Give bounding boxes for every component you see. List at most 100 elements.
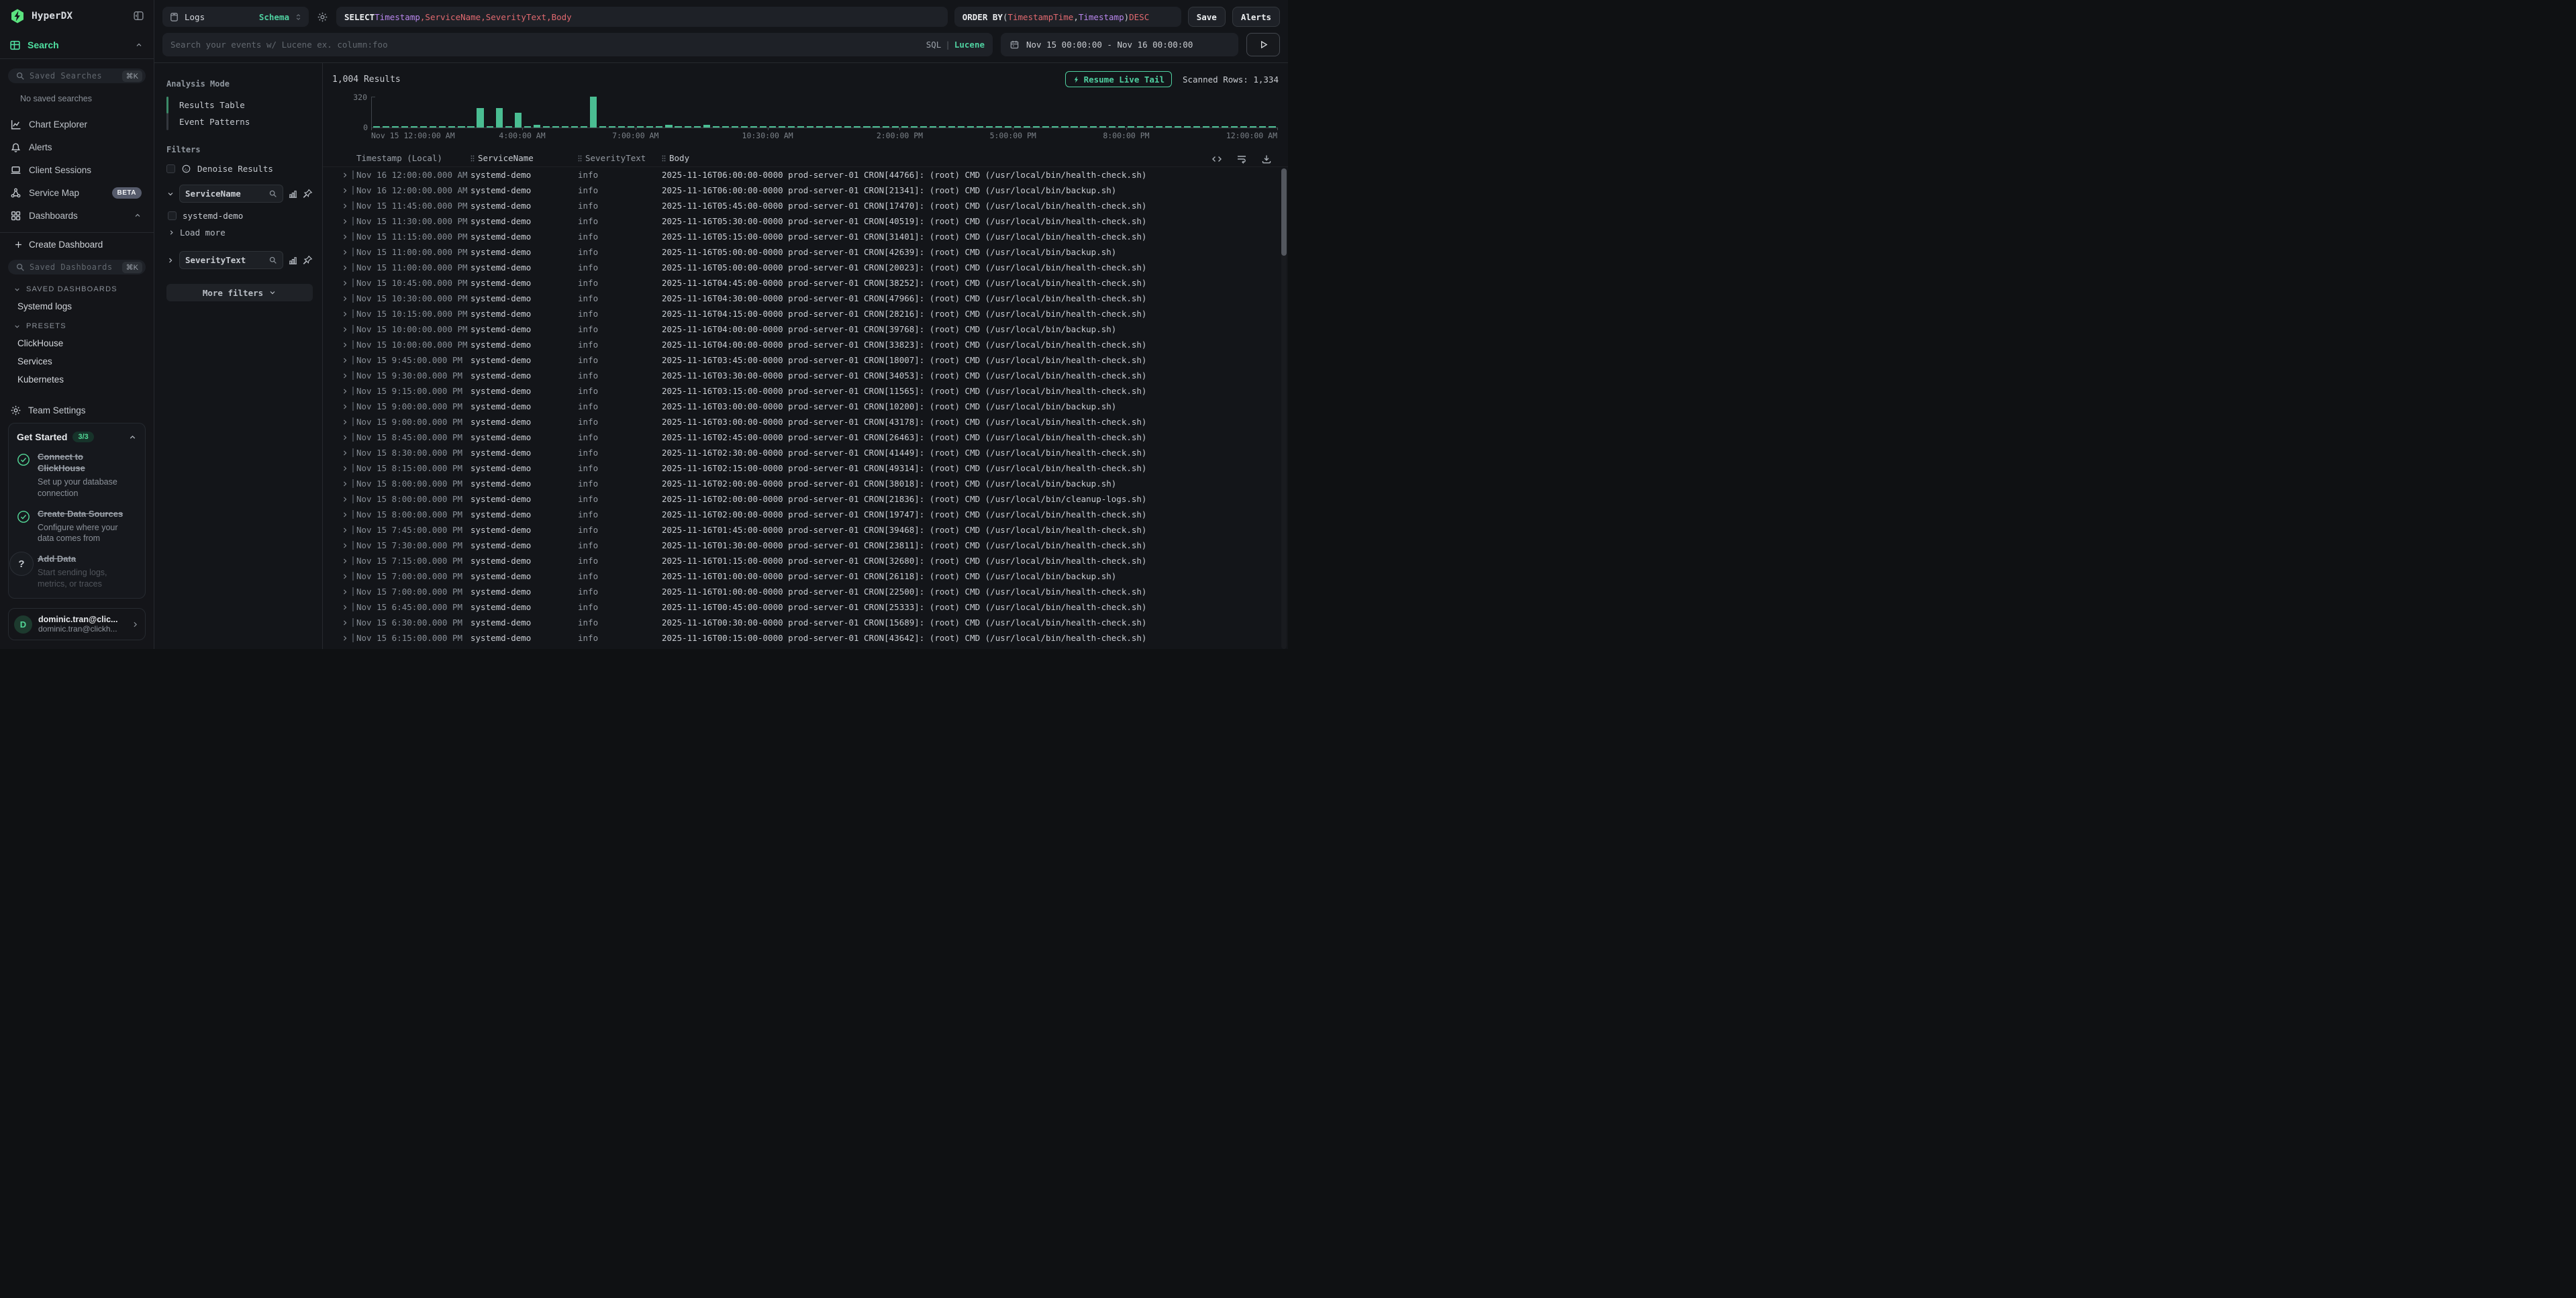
chart-bar[interactable] xyxy=(1240,126,1247,128)
chart-bar[interactable] xyxy=(562,126,568,128)
column-header-servicename[interactable]: ServiceName xyxy=(470,153,578,163)
chart-bar[interactable] xyxy=(741,126,748,128)
chart-bar[interactable] xyxy=(854,126,860,128)
chart-bar[interactable] xyxy=(1080,126,1087,128)
view-source-code-icon[interactable] xyxy=(1210,152,1224,166)
chart-bar[interactable] xyxy=(675,126,681,128)
chart-bar[interactable] xyxy=(646,126,653,128)
column-header-timestamp[interactable]: Timestamp (Local) xyxy=(356,153,470,163)
chart-bar[interactable] xyxy=(816,126,823,128)
drag-handle-icon[interactable] xyxy=(662,155,666,162)
select-columns-input[interactable]: SELECT Timestamp,ServiceName,SeverityTex… xyxy=(336,7,948,27)
row-expand-chevron-icon[interactable] xyxy=(342,311,350,317)
chart-bar[interactable] xyxy=(1231,126,1238,128)
chart-bar[interactable] xyxy=(694,126,701,128)
pin-icon[interactable] xyxy=(303,189,313,199)
user-menu[interactable]: D dominic.tran@clic... dominic.tran@clic… xyxy=(8,608,146,640)
table-row[interactable]: Nov 15 6:30:00.000 PM systemd-demo info … xyxy=(323,615,1288,630)
event-search-input[interactable] xyxy=(170,40,921,50)
drag-handle-icon[interactable] xyxy=(578,155,582,162)
run-query-button[interactable] xyxy=(1246,33,1280,56)
table-row[interactable]: Nov 15 9:00:00.000 PM systemd-demo info … xyxy=(323,399,1288,414)
chart-bar[interactable] xyxy=(911,126,918,128)
saved-searches-input[interactable] xyxy=(30,71,117,81)
row-expand-chevron-icon[interactable] xyxy=(342,342,350,348)
table-row[interactable]: Nov 15 7:00:00.000 PM systemd-demo info … xyxy=(323,584,1288,599)
chart-bar[interactable] xyxy=(788,126,795,128)
chart-bar[interactable] xyxy=(732,126,738,128)
chart-bar[interactable] xyxy=(722,126,729,128)
table-row[interactable]: Nov 15 6:15:00.000 PM systemd-demo info … xyxy=(323,630,1288,646)
chart-bar[interactable] xyxy=(920,126,927,128)
chart-bar[interactable] xyxy=(458,126,464,128)
chart-bar[interactable] xyxy=(967,126,974,128)
facet-name-box[interactable]: SeverityText xyxy=(179,251,283,269)
chart-bar[interactable] xyxy=(1033,126,1040,128)
chart-bar[interactable] xyxy=(401,126,408,128)
sidebar-collapse-icon[interactable] xyxy=(132,9,146,23)
chart-bar[interactable] xyxy=(1146,126,1153,128)
table-row[interactable]: Nov 15 11:30:00.000 PM systemd-demo info… xyxy=(323,213,1288,229)
load-more-button[interactable]: Load more xyxy=(168,228,313,238)
section-saved-dashboards[interactable]: SAVED DASHBOARDS xyxy=(8,279,146,297)
table-row[interactable]: Nov 15 9:15:00.000 PM systemd-demo info … xyxy=(323,383,1288,399)
chart-bar[interactable] xyxy=(948,126,955,128)
chart-bar[interactable] xyxy=(977,126,983,128)
row-expand-chevron-icon[interactable] xyxy=(342,357,350,364)
chart-bar[interactable] xyxy=(863,126,870,128)
row-expand-chevron-icon[interactable] xyxy=(342,403,350,410)
get-started-header[interactable]: Get Started 3/3 xyxy=(17,432,137,442)
row-expand-chevron-icon[interactable] xyxy=(342,481,350,487)
row-expand-chevron-icon[interactable] xyxy=(342,372,350,379)
chart-bar[interactable] xyxy=(665,125,672,128)
row-expand-chevron-icon[interactable] xyxy=(342,604,350,611)
table-row[interactable]: Nov 15 8:00:00.000 PM systemd-demo info … xyxy=(323,507,1288,522)
chart-bar[interactable] xyxy=(543,126,550,128)
chart-bar[interactable] xyxy=(571,126,578,128)
chart-bar[interactable] xyxy=(807,126,813,128)
row-expand-chevron-icon[interactable] xyxy=(342,264,350,271)
row-expand-chevron-icon[interactable] xyxy=(342,434,350,441)
chart-bar[interactable] xyxy=(552,126,559,128)
sidebar-item-alerts[interactable]: Alerts xyxy=(8,136,146,158)
chart-bar[interactable] xyxy=(524,126,531,128)
text-wrap-icon[interactable] xyxy=(1235,152,1248,166)
chart-bar[interactable] xyxy=(1042,126,1049,128)
chart-bar[interactable] xyxy=(448,126,455,128)
row-expand-chevron-icon[interactable] xyxy=(342,419,350,426)
chart-bar[interactable] xyxy=(685,126,691,128)
chart-bar[interactable] xyxy=(439,126,446,128)
chart-bar[interactable] xyxy=(1184,126,1191,128)
search-icon[interactable] xyxy=(268,256,277,264)
chart-bar[interactable] xyxy=(873,126,879,128)
table-row[interactable]: Nov 15 7:00:00.000 PM systemd-demo info … xyxy=(323,568,1288,584)
row-expand-chevron-icon[interactable] xyxy=(342,326,350,333)
chart-bar[interactable] xyxy=(779,126,785,128)
chart-bar[interactable] xyxy=(1156,126,1162,128)
chart-bar[interactable] xyxy=(477,108,483,128)
chart-bar[interactable] xyxy=(1099,126,1106,128)
table-row[interactable]: Nov 15 10:15:00.000 PM systemd-demo info… xyxy=(323,306,1288,321)
chart-bar[interactable] xyxy=(1165,126,1172,128)
sidebar-item-dashboard[interactable]: Systemd logs xyxy=(8,297,146,315)
chart-bar[interactable] xyxy=(844,126,851,128)
chart-bar[interactable] xyxy=(826,126,832,128)
chart-bar[interactable] xyxy=(581,126,587,128)
chart-bar[interactable] xyxy=(769,126,776,128)
denoise-checkbox[interactable] xyxy=(166,164,175,173)
create-dashboard-button[interactable]: Create Dashboard xyxy=(8,234,146,254)
table-row[interactable]: Nov 15 8:15:00.000 PM systemd-demo info … xyxy=(323,460,1288,476)
source-settings-gear-icon[interactable] xyxy=(315,10,330,24)
chart-bar[interactable] xyxy=(1090,126,1097,128)
chart-bar[interactable] xyxy=(505,126,512,128)
chart-bar[interactable] xyxy=(1061,126,1068,128)
table-row[interactable]: Nov 15 7:30:00.000 PM systemd-demo info … xyxy=(323,538,1288,553)
table-row[interactable]: Nov 15 8:45:00.000 PM systemd-demo info … xyxy=(323,430,1288,445)
date-range-picker[interactable]: Nov 15 00:00:00 - Nov 16 00:00:00 xyxy=(1001,33,1238,56)
sidebar-item-preset[interactable]: ClickHouse xyxy=(8,334,146,352)
table-row[interactable]: Nov 15 11:15:00.000 PM systemd-demo info… xyxy=(323,229,1288,244)
table-scrollbar[interactable] xyxy=(1281,168,1287,649)
facet-chart-icon[interactable] xyxy=(288,255,298,265)
chart-bar[interactable] xyxy=(628,126,634,128)
sidebar-item-preset[interactable]: Services xyxy=(8,352,146,370)
